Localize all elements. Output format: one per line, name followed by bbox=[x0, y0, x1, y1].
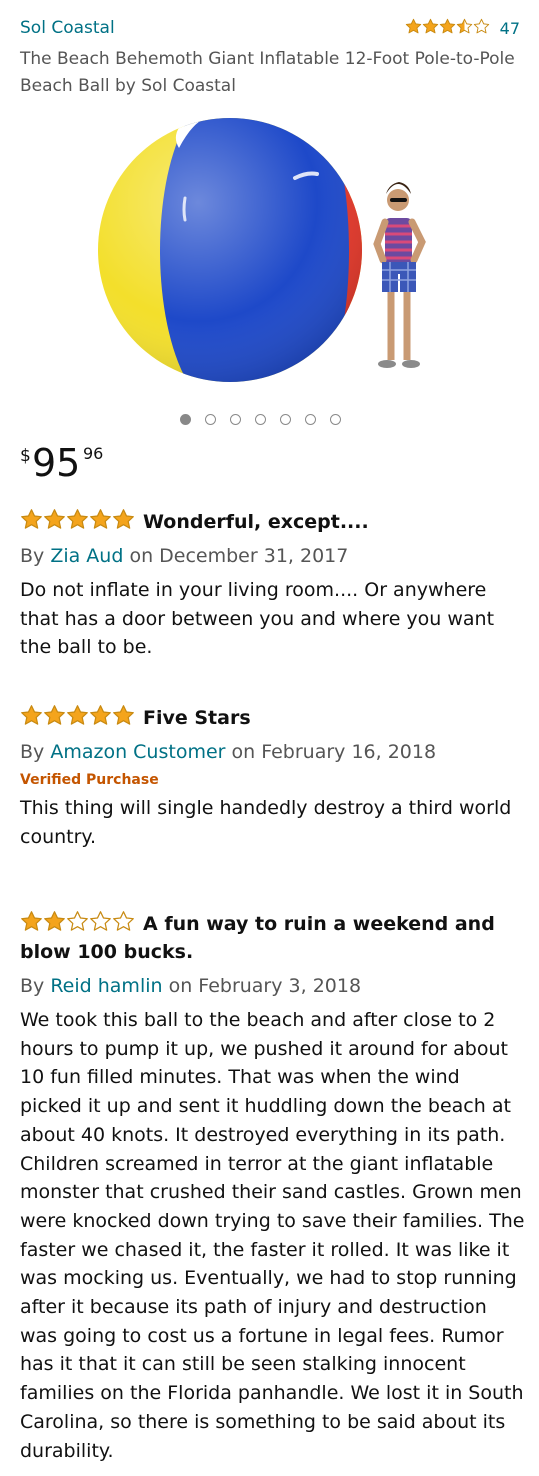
star-full-icon bbox=[21, 911, 42, 931]
star-full-icon bbox=[67, 705, 88, 725]
star-full-icon bbox=[44, 911, 65, 931]
carousel-dot[interactable] bbox=[330, 414, 341, 425]
carousel-dot[interactable] bbox=[280, 414, 291, 425]
price-whole: 95 bbox=[32, 441, 81, 485]
product-rating[interactable]: 47 bbox=[405, 18, 520, 39]
by-prefix: By bbox=[20, 975, 45, 997]
review-title[interactable]: Wonderful, except.... bbox=[143, 511, 369, 533]
carousel-dot[interactable] bbox=[305, 414, 316, 425]
review-byline: By Reid hamlin on February 3, 2018 bbox=[20, 972, 525, 1000]
product-header: Sol Coastal 47 bbox=[20, 16, 520, 42]
star-full-icon bbox=[90, 509, 111, 529]
product-image[interactable] bbox=[95, 108, 445, 393]
star-full-icon bbox=[422, 18, 438, 34]
review-header: Wonderful, except.... bbox=[20, 508, 525, 536]
star-full-icon bbox=[90, 705, 111, 725]
review-card: A fun way to ruin a weekend and blow 100… bbox=[20, 910, 525, 1465]
price-currency: $ bbox=[20, 446, 31, 466]
star-full-icon bbox=[439, 18, 455, 34]
star-full-icon bbox=[44, 509, 65, 529]
review-byline: By Amazon Customer on February 16, 2018 bbox=[20, 738, 525, 766]
review-header: A fun way to ruin a weekend and blow 100… bbox=[20, 910, 525, 966]
review-text: We took this ball to the beach and after… bbox=[20, 1009, 525, 1462]
by-prefix: By bbox=[20, 545, 45, 567]
review-card: Five Stars By Amazon Customer on Februar… bbox=[20, 704, 525, 851]
review-date: on December 31, 2017 bbox=[129, 545, 349, 567]
star-full-icon bbox=[67, 509, 88, 529]
price-fraction: 96 bbox=[83, 444, 104, 463]
carousel-dot[interactable] bbox=[230, 414, 241, 425]
review-date: on February 16, 2018 bbox=[231, 741, 437, 763]
review-stars bbox=[20, 910, 135, 933]
review-text: Do not inflate in your living room.... O… bbox=[20, 579, 495, 659]
star-full-icon bbox=[21, 705, 42, 725]
beach-ball-with-man-icon bbox=[98, 118, 426, 382]
review-text: This thing will single handedly destroy … bbox=[20, 797, 512, 848]
star-full-icon bbox=[113, 509, 134, 529]
review-author-link[interactable]: Zia Aud bbox=[50, 545, 123, 567]
review-byline: By Zia Aud on December 31, 2017 bbox=[20, 542, 525, 570]
image-carousel-dots bbox=[180, 414, 341, 425]
review-author-link[interactable]: Reid hamlin bbox=[50, 975, 162, 997]
review-card: Wonderful, except.... By Zia Aud on Dece… bbox=[20, 508, 525, 662]
verified-purchase-badge: Verified Purchase bbox=[20, 772, 159, 788]
carousel-dot[interactable] bbox=[180, 414, 191, 425]
carousel-dot[interactable] bbox=[205, 414, 216, 425]
brand-link[interactable]: Sol Coastal bbox=[20, 18, 115, 38]
star-full-icon bbox=[44, 705, 65, 725]
review-date: on February 3, 2018 bbox=[168, 975, 362, 997]
star-empty-icon bbox=[473, 18, 489, 34]
star-full-icon bbox=[21, 509, 42, 529]
star-full-icon bbox=[113, 705, 134, 725]
carousel-dot[interactable] bbox=[255, 414, 266, 425]
star-full-icon bbox=[405, 18, 421, 34]
star-half-icon bbox=[456, 18, 472, 34]
star-empty-icon bbox=[113, 911, 134, 931]
star-empty-icon bbox=[90, 911, 111, 931]
product-title[interactable]: The Beach Behemoth Giant Inflatable 12-F… bbox=[20, 46, 520, 100]
product-rating-stars bbox=[405, 18, 490, 39]
review-title[interactable]: Five Stars bbox=[143, 707, 251, 729]
review-stars bbox=[20, 508, 135, 531]
review-author-link[interactable]: Amazon Customer bbox=[50, 741, 225, 763]
review-stars bbox=[20, 704, 135, 727]
review-header: Five Stars bbox=[20, 704, 525, 732]
rating-count[interactable]: 47 bbox=[500, 19, 520, 38]
by-prefix: By bbox=[20, 741, 45, 763]
star-empty-icon bbox=[67, 911, 88, 931]
